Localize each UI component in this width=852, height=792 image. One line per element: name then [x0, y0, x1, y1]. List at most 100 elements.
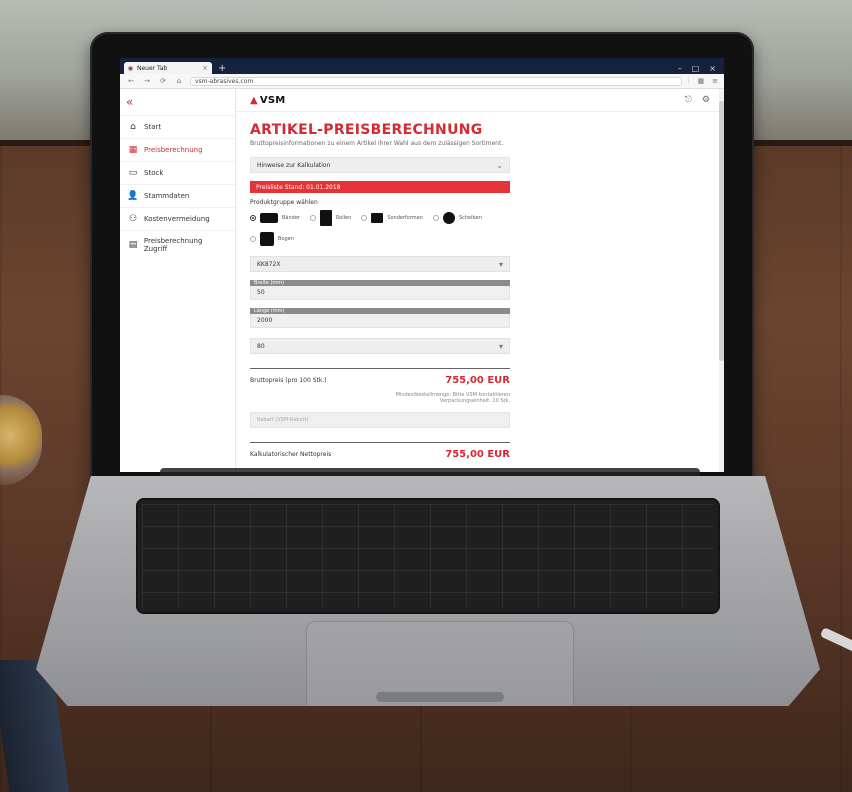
radio-icon[interactable]: [361, 215, 368, 221]
roll-icon: [319, 210, 332, 226]
net-price-row: Kalkulatorischer Nettopreis 755,00 EUR: [250, 449, 510, 460]
keyboard: [136, 498, 720, 614]
width-input[interactable]: 50: [250, 286, 510, 300]
browser-right-icons: ⫶ ▦ ≡: [688, 77, 718, 86]
width-value: 50: [257, 289, 265, 296]
logo-text: VSM: [259, 94, 286, 106]
laptop-screen: Neuer Tab × + – □ × ← → ⟳ ⌂ vsm-abrasive…: [120, 58, 724, 472]
option-label: Bogen: [278, 236, 294, 242]
note-line-2: Verpackungseinheit: 10 Stk.: [439, 398, 510, 404]
settings-icon[interactable]: ⚙: [702, 95, 710, 105]
product-group-option[interactable]: Sonderformen: [361, 213, 423, 223]
home-button[interactable]: ⌂: [174, 77, 184, 85]
grit-select[interactable]: 80 ▾: [250, 338, 510, 354]
address-bar[interactable]: vsm-abrasives.com: [190, 76, 682, 86]
special-shape-icon: [371, 213, 384, 223]
app-content: « ⌂ Start ▦ Preisberechnung ▭ Stock 👤 St…: [120, 89, 724, 472]
glass-cup: [0, 395, 42, 485]
vsm-logo: ▲ VSM: [250, 95, 285, 106]
collapse-sidebar-button[interactable]: «: [120, 93, 235, 115]
chevron-down-icon: ⌄: [496, 160, 503, 170]
main-area: ▲ VSM ⎋ ⚙ ARTIKEL-PREISBERECHNUNG Bruttop…: [236, 89, 724, 472]
keyboard-keys: [142, 504, 714, 608]
page-scrollbar[interactable]: [719, 89, 724, 472]
radio-icon[interactable]: [309, 215, 316, 221]
radio-icon[interactable]: [250, 236, 256, 242]
divider: [250, 442, 510, 443]
window-controls: – □ ×: [678, 64, 724, 74]
option-label: Scheiben: [458, 215, 482, 221]
sidebar-item-label: Preisberechnung Zugriff: [143, 237, 203, 253]
reload-button[interactable]: ⟳: [158, 77, 168, 85]
laptop-lid: Neuer Tab × + – □ × ← → ⟳ ⌂ vsm-abrasive…: [90, 32, 754, 498]
back-button[interactable]: ←: [126, 77, 136, 85]
gross-price-value: 755,00 EUR: [445, 375, 510, 386]
product-group-option[interactable]: Bänder: [250, 213, 300, 223]
sidebar-item-preisberechnung[interactable]: ▦ Preisberechnung: [120, 138, 235, 161]
sidebar-item-label: Kostenvermeidung: [144, 215, 210, 223]
length-value: 2000: [257, 317, 273, 324]
forward-button[interactable]: →: [142, 77, 152, 85]
sidebar-item-label: Preisberechnung: [144, 146, 203, 154]
close-window-button[interactable]: ×: [709, 64, 716, 74]
user-icon: 👤: [127, 191, 139, 201]
alert-text: Preisliste Stand: 01.01.2018: [256, 183, 341, 191]
new-tab-button[interactable]: +: [218, 64, 226, 74]
calculator-form: ARTIKEL-PREISBERECHNUNG Bruttopreisinfor…: [236, 112, 524, 460]
app-sidebar: « ⌂ Start ▦ Preisberechnung ▭ Stock 👤 St…: [120, 89, 236, 472]
disc-icon: [442, 212, 455, 224]
logout-icon[interactable]: ⎋: [685, 95, 692, 105]
option-label: Sonderformen: [387, 215, 423, 221]
sidebar-item-label: Stock: [144, 169, 164, 177]
sidebar-item-stock[interactable]: ▭ Stock: [120, 161, 235, 184]
product-group-label: Produktgruppe wählen: [250, 199, 318, 206]
sidebar-item-stammdaten[interactable]: 👤 Stammdaten: [120, 184, 235, 207]
net-price-value: 755,00 EUR: [445, 449, 510, 460]
tab-favicon-icon: [128, 65, 133, 71]
product-group-option[interactable]: Bogen: [250, 232, 294, 246]
logo-triangle-icon: ▲: [250, 94, 258, 106]
sidebar-item-label: Stammdaten: [144, 192, 190, 200]
product-group-option[interactable]: Rollen: [309, 210, 352, 226]
user-plus-icon: ⚇: [128, 214, 138, 224]
scroll-thumb[interactable]: [719, 101, 724, 361]
browser-urlbar: ← → ⟳ ⌂ vsm-abrasives.com ⫶ ▦ ≡: [120, 74, 724, 89]
product-group-option[interactable]: Scheiben: [432, 212, 482, 224]
tab-title: Neuer Tab: [137, 64, 168, 72]
price-note: Mindestbestellmenge: Bitte VSM kontaktie…: [250, 392, 510, 404]
maximize-button[interactable]: □: [692, 64, 700, 74]
page-subtitle: Bruttopreisinformationen zu einem Artike…: [250, 140, 504, 147]
sidebar-item-preisberechnung-zugriff[interactable]: ▤ Preisberechnung Zugriff: [120, 230, 235, 259]
material-select-value: KK872X: [257, 260, 281, 268]
discount-input[interactable]: Rabatt (VSM-Rabatt): [250, 412, 510, 428]
pen: [819, 627, 852, 653]
minimize-button[interactable]: –: [678, 64, 682, 74]
home-icon: ⌂: [130, 122, 136, 132]
sheet-icon: [260, 232, 274, 246]
product-group-options: Bänder Rollen Sonderformen Scheiben Boge…: [250, 210, 510, 246]
address-text: vsm-abrasives.com: [195, 77, 254, 85]
length-input[interactable]: 2000: [250, 314, 510, 328]
gross-price-row: Bruttopreis (pro 100 Stk.) 755,00 EUR: [250, 375, 510, 386]
sidebar-item-start[interactable]: ⌂ Start: [120, 115, 235, 138]
length-field: Länge (mm) 2000: [250, 308, 510, 328]
browser-tab[interactable]: Neuer Tab ×: [124, 62, 212, 74]
belt-icon: [260, 213, 278, 223]
radio-selected-icon[interactable]: [250, 215, 256, 221]
sidebar-item-kostenvermeidung[interactable]: ⚇ Kostenvermeidung: [120, 207, 235, 230]
hint-select[interactable]: Hinweise zur Kalkulation ⌄: [250, 157, 510, 173]
stock-icon: ▭: [128, 168, 138, 178]
hint-select-label: Hinweise zur Kalkulation: [257, 161, 331, 169]
menu-icon[interactable]: ≡: [712, 77, 718, 86]
material-select[interactable]: KK872X ▾: [250, 256, 510, 272]
divider: [250, 368, 510, 369]
radio-icon[interactable]: [432, 215, 439, 221]
sidebar-icon[interactable]: ▦: [698, 77, 705, 86]
option-label: Rollen: [335, 215, 352, 221]
top-strip: ▲ VSM ⎋ ⚙: [236, 89, 724, 112]
width-field: Breite (mm) 50: [250, 280, 510, 300]
close-tab-icon[interactable]: ×: [202, 64, 208, 72]
option-label: Bänder: [282, 215, 300, 221]
extensions-icon[interactable]: ⫶: [688, 77, 690, 86]
document-icon: ▤: [128, 240, 138, 250]
